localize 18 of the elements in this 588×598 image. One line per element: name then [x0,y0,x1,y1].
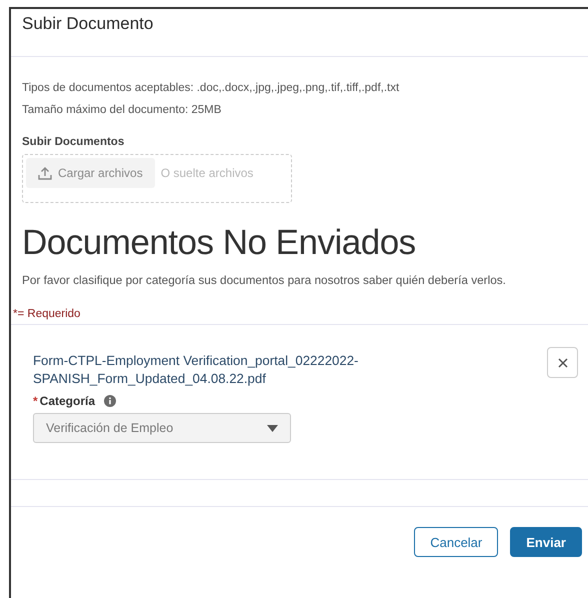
required-note: *= Requerido [13,308,82,320]
category-label: Categoría [40,394,96,408]
close-icon [558,358,568,368]
remove-button[interactable] [547,347,578,378]
caret-icon [267,424,278,432]
drop-hint: O suelte archivos [160,166,254,180]
upload-icon [38,166,52,180]
submit-button[interactable]: Enviar [510,527,582,557]
cancel-button[interactable]: Cancelar [414,527,498,557]
dialog-title: Subir Documento [22,14,154,34]
required-mark: * [33,394,38,408]
info-text: Tamaño máximo del documento: 25MB [22,103,222,118]
section-heading: Documentos No Enviados [22,223,417,263]
info-text: Tipos de documentos aceptables: .doc,.docx,.jpg,.jpeg,.png,.tif,.tiff,.pdf,.txt [22,81,400,96]
info-icon[interactable] [104,395,116,407]
upload-label: Subir Documentos [22,136,126,148]
file-name: Form-CTPL-Employment Verification_portal_02222022-SPANISH_Form_Updated_04.08.22.pdf [33,352,360,388]
section-description: Por favor clasifique por categoría sus documentos para nosotros saber quién debería verlos. [22,273,507,287]
